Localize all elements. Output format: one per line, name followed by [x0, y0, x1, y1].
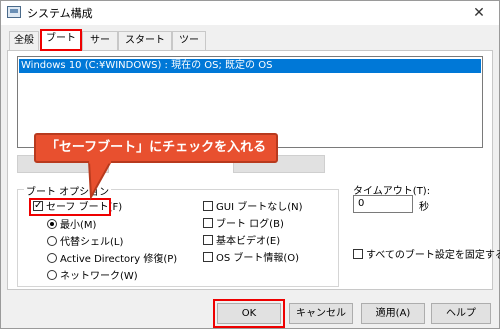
cancel-button[interactable]: キャンセル: [289, 303, 353, 324]
timeout-input[interactable]: 0: [353, 195, 413, 213]
checkbox-icon: [353, 249, 363, 259]
make-permanent-checkbox[interactable]: すべてのブート設定を固定する(K): [353, 249, 500, 262]
help-button[interactable]: ヘルプ: [431, 303, 491, 324]
os-boot-info-checkbox[interactable]: OS ブート情報(O): [203, 252, 299, 265]
radio-active-directory-label: Active Directory 修復(P): [60, 254, 178, 265]
make-permanent-label: すべてのブート設定を固定する(K): [366, 250, 500, 261]
radio-minimal[interactable]: 最小(M): [47, 219, 96, 232]
window-title: システム構成: [27, 7, 93, 20]
boot-log-label: ブート ログ(B): [216, 219, 284, 230]
radio-alternate-shell-label: 代替シェル(L): [60, 237, 124, 248]
no-gui-boot-label: GUI ブートなし(N): [216, 202, 303, 213]
tab-general[interactable]: 全般: [9, 31, 39, 51]
timeout-unit: 秒: [419, 202, 429, 213]
radio-network-label: ネットワーク(W): [60, 271, 138, 282]
instruction-callout: 「セーフブート」にチェックを入れる: [34, 133, 278, 163]
checkbox-icon: [203, 252, 213, 262]
apply-button[interactable]: 適用(A): [361, 303, 425, 324]
checkbox-icon: [203, 218, 213, 228]
base-video-label: 基本ビデオ(E): [216, 236, 281, 247]
tab-services[interactable]: サービス: [82, 31, 118, 64]
radio-icon: [47, 270, 57, 280]
radio-alternate-shell[interactable]: 代替シェル(L): [47, 236, 123, 249]
boot-tab-highlight: [40, 29, 82, 51]
boot-log-checkbox[interactable]: ブート ログ(B): [203, 218, 284, 231]
msconfig-app-icon: [7, 6, 21, 18]
boot-entry-selected[interactable]: Windows 10 (C:¥WINDOWS) : 現在の OS; 既定の OS: [19, 59, 481, 73]
base-video-checkbox[interactable]: 基本ビデオ(E): [203, 235, 280, 248]
close-icon[interactable]: ✕: [459, 1, 499, 25]
os-boot-info-label: OS ブート情報(O): [216, 253, 300, 264]
checkbox-icon: [203, 201, 213, 211]
radio-icon: [47, 236, 57, 246]
radio-minimal-label: 最小(M): [60, 220, 97, 231]
radio-active-directory-repair[interactable]: Active Directory 修復(P): [47, 253, 177, 266]
no-gui-boot-checkbox[interactable]: GUI ブートなし(N): [203, 201, 302, 214]
radio-selected-icon: [47, 219, 57, 229]
checkbox-icon: [203, 235, 213, 245]
radio-network[interactable]: ネットワーク(W): [47, 270, 138, 283]
tab-startup[interactable]: スタートアップ: [118, 31, 172, 64]
radio-icon: [47, 253, 57, 263]
ok-button-highlight: [213, 299, 285, 328]
title-bar: システム構成 ✕: [1, 1, 499, 25]
callout-pointer: [87, 161, 113, 201]
tab-tools[interactable]: ツール: [172, 31, 206, 64]
system-configuration-window: システム構成 ✕ 全般 ブート サービス スタートアップ ツール Windows…: [0, 0, 500, 329]
